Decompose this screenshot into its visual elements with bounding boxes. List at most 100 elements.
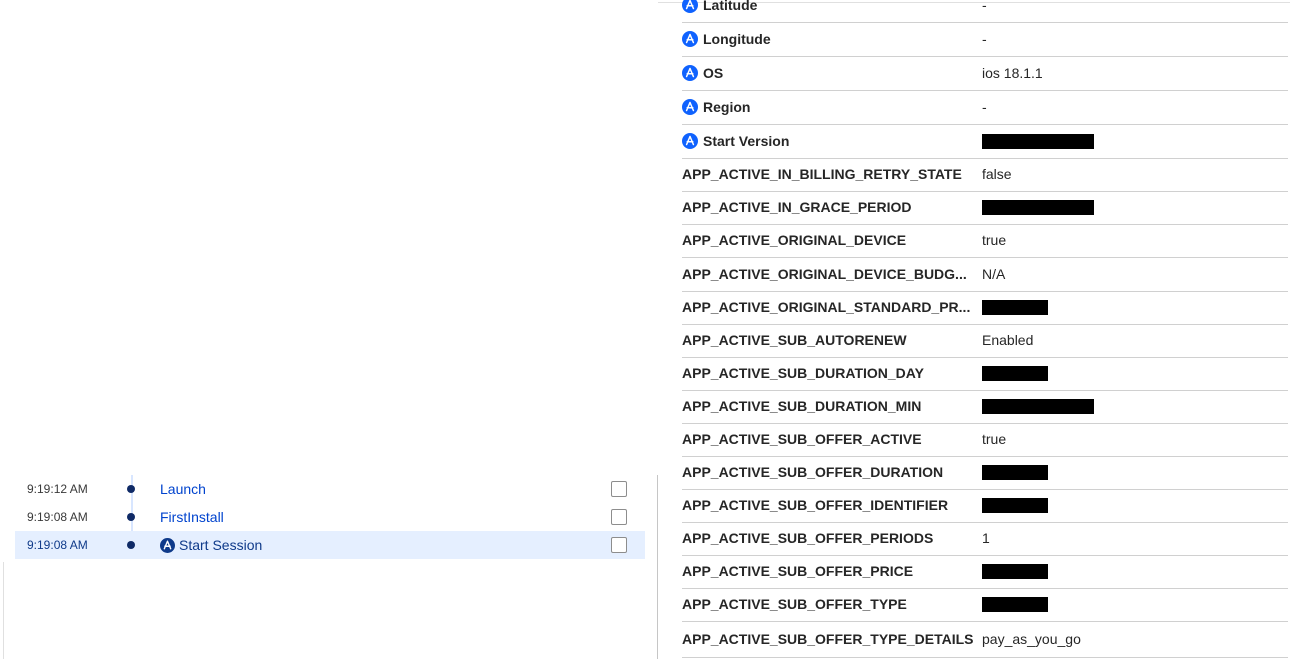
timeline-row-selected[interactable]: 9:19:08 AM Start Session (15, 531, 645, 559)
property-row: APP_ACTIVE_ORIGINAL_DEVICE true (682, 224, 1288, 258)
redacted-value (982, 564, 1048, 579)
property-key: APP_ACTIVE_IN_GRACE_PERIOD (682, 199, 912, 215)
property-row: Region - (682, 90, 1288, 125)
property-value: true (982, 431, 1007, 447)
property-row: APP_ACTIVE_SUB_OFFER_TYPE (682, 588, 1288, 622)
event-checkbox[interactable] (611, 481, 627, 497)
property-key-label: Longitude (703, 31, 771, 47)
property-key: APP_ACTIVE_SUB_OFFER_TYPE_DETAILS (682, 631, 973, 647)
property-key: OS (682, 65, 723, 81)
property-key-label: APP_ACTIVE_SUB_OFFER_PERIODS (682, 530, 934, 546)
redacted-value (982, 597, 1048, 612)
property-value: false (982, 166, 1012, 182)
redacted-value (982, 134, 1094, 149)
property-row: OS ios 18.1.1 (682, 56, 1288, 91)
event-time: 9:19:12 AM (27, 482, 88, 496)
event-name-link[interactable]: FirstInstall (160, 509, 224, 525)
redacted-value (982, 465, 1048, 480)
property-value: - (982, 99, 987, 115)
property-key-label: APP_ACTIVE_SUB_OFFER_DURATION (682, 464, 944, 480)
redacted-value (982, 366, 1048, 381)
event-name: Start Session (179, 537, 263, 553)
property-key: APP_ACTIVE_SUB_DURATION_MIN (682, 398, 921, 414)
property-key-label: APP_ACTIVE_SUB_AUTORENEW (682, 332, 907, 348)
property-key-label: Start Version (703, 133, 790, 149)
property-value: true (982, 232, 1007, 248)
property-row: APP_ACTIVE_SUB_OFFER_PERIODS 1 (682, 522, 1288, 556)
property-key: APP_ACTIVE_ORIGINAL_DEVICE (682, 232, 906, 248)
property-key: APP_ACTIVE_ORIGINAL_DEVICE_BUDG... (682, 266, 967, 282)
app-store-icon (682, 0, 698, 13)
property-key-label: APP_ACTIVE_SUB_OFFER_TYPE (682, 596, 907, 612)
property-row: APP_ACTIVE_SUB_OFFER_IDENTIFIER (682, 489, 1288, 523)
property-key: APP_ACTIVE_SUB_DURATION_DAY (682, 365, 924, 381)
property-key: APP_ACTIVE_SUB_OFFER_TYPE (682, 596, 907, 612)
timeline-dot (127, 513, 135, 521)
property-key: APP_ACTIVE_SUB_OFFER_ACTIVE (682, 431, 922, 447)
panel-border (3, 562, 4, 659)
timeline-row[interactable]: 9:19:12 AM Launch (15, 475, 645, 503)
event-timeline: 9:19:12 AM Launch 9:19:08 AM FirstInstal… (0, 0, 657, 659)
property-key: Longitude (682, 31, 771, 47)
property-key: APP_ACTIVE_SUB_OFFER_PRICE (682, 563, 913, 579)
property-row: APP_ACTIVE_SUB_DURATION_DAY (682, 357, 1288, 391)
event-checkbox[interactable] (611, 509, 627, 525)
property-row: Start Version (682, 124, 1288, 159)
property-value: N/A (982, 266, 1006, 282)
property-row: APP_ACTIVE_IN_GRACE_PERIOD (682, 191, 1288, 225)
property-key-label: OS (703, 65, 724, 81)
property-row: Latitude - (682, 0, 1288, 23)
property-value: pay_as_you_go (982, 631, 1081, 647)
property-row: Longitude - (682, 22, 1288, 57)
property-key-label: APP_ACTIVE_IN_GRACE_PERIOD (682, 199, 912, 215)
property-row: APP_ACTIVE_SUB_AUTORENEW Enabled (682, 324, 1288, 358)
event-time: 9:19:08 AM (27, 538, 88, 552)
property-row: APP_ACTIVE_ORIGINAL_DEVICE_BUDG... N/A (682, 257, 1288, 292)
app-store-icon (160, 537, 175, 553)
property-key-label: APP_ACTIVE_SUB_DURATION_MIN (682, 398, 922, 414)
property-key-label: APP_ACTIVE_ORIGINAL_DEVICE_BUDG... (682, 266, 967, 282)
property-key: APP_ACTIVE_ORIGINAL_STANDARD_PR... (682, 299, 970, 315)
event-name: FirstInstall (160, 509, 224, 525)
property-row: APP_ACTIVE_SUB_OFFER_TYPE_DETAILS pay_as_… (682, 621, 1288, 658)
property-key: Region (682, 99, 750, 115)
property-key-label: APP_ACTIVE_SUB_DURATION_DAY (682, 365, 924, 381)
property-key-label: APP_ACTIVE_ORIGINAL_DEVICE (682, 232, 907, 248)
property-key: Latitude (682, 0, 757, 13)
timeline-row[interactable]: 9:19:08 AM FirstInstall (15, 503, 645, 531)
app-store-icon (682, 99, 698, 115)
event-name-link[interactable]: Start Session (160, 537, 262, 553)
property-key: APP_ACTIVE_IN_BILLING_RETRY_STATE (682, 166, 962, 182)
property-key-label: APP_ACTIVE_SUB_OFFER_IDENTIFIER (682, 497, 949, 513)
property-key-label: APP_ACTIVE_SUB_OFFER_ACTIVE (682, 431, 922, 447)
property-key: APP_ACTIVE_SUB_OFFER_DURATION (682, 464, 943, 480)
property-value: ios 18.1.1 (982, 65, 1043, 81)
timeline-dot (127, 541, 135, 549)
property-key: APP_ACTIVE_SUB_OFFER_PERIODS (682, 530, 933, 546)
property-key-label: Region (703, 99, 751, 115)
property-key-label: APP_ACTIVE_SUB_OFFER_TYPE_DETAILS (682, 631, 974, 647)
property-row: APP_ACTIVE_SUB_DURATION_MIN (682, 390, 1288, 424)
property-key: APP_ACTIVE_SUB_AUTORENEW (682, 332, 907, 348)
property-row: APP_ACTIVE_IN_BILLING_RETRY_STATE false (682, 158, 1288, 192)
property-key: APP_ACTIVE_SUB_OFFER_IDENTIFIER (682, 497, 948, 513)
event-name: Launch (160, 481, 206, 497)
app-store-icon (682, 133, 698, 149)
property-key: Start Version (682, 133, 789, 149)
property-key-label: APP_ACTIVE_ORIGINAL_STANDARD_PR... (682, 299, 971, 315)
property-row: APP_ACTIVE_ORIGINAL_STANDARD_PR... (682, 291, 1288, 325)
redacted-value (982, 498, 1048, 513)
property-value: - (982, 0, 987, 13)
timeline-dot (127, 485, 135, 493)
property-value: 1 (982, 530, 990, 546)
app-store-icon (682, 31, 698, 47)
redacted-value (982, 200, 1094, 215)
app-store-icon (682, 65, 698, 81)
property-value: - (982, 31, 987, 47)
event-name-link[interactable]: Launch (160, 481, 206, 497)
redacted-value (982, 399, 1094, 414)
property-key-label: APP_ACTIVE_IN_BILLING_RETRY_STATE (682, 166, 962, 182)
property-value: Enabled (982, 332, 1034, 348)
event-checkbox[interactable] (611, 537, 627, 553)
redacted-value (982, 300, 1048, 315)
